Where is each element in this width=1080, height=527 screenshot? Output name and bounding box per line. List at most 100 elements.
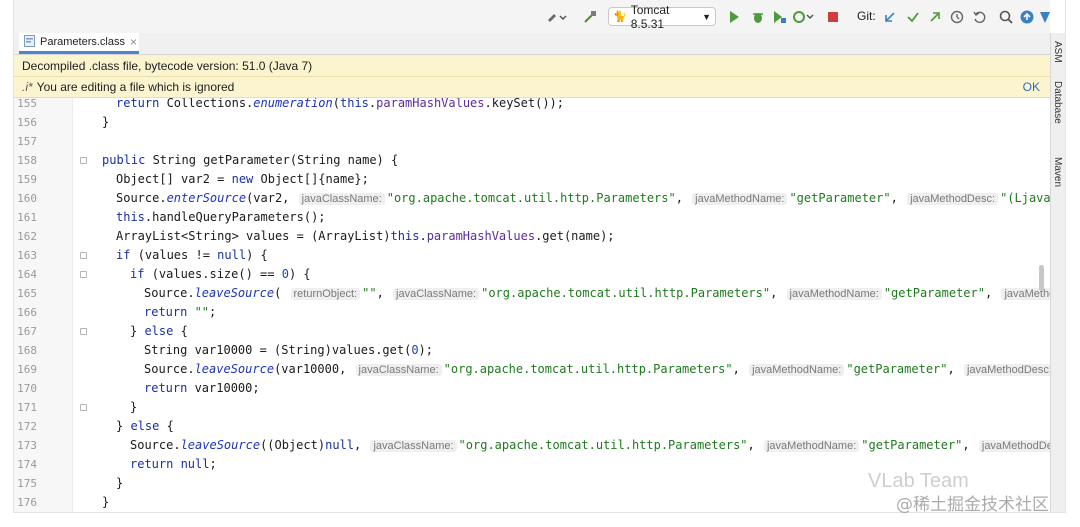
fold-marker[interactable] bbox=[80, 271, 87, 278]
fold-marker[interactable] bbox=[80, 157, 87, 164]
code-line[interactable]: 167 } else { bbox=[14, 322, 1050, 341]
code-token: } bbox=[116, 476, 124, 490]
line-number: 155 bbox=[17, 98, 37, 110]
code-token: .get(name); bbox=[535, 229, 615, 243]
hammer-icon[interactable] bbox=[582, 8, 598, 26]
line-number: 159 bbox=[17, 173, 37, 186]
code-token: ; bbox=[209, 457, 217, 471]
line-number: 168 bbox=[17, 344, 37, 357]
git-commit-icon[interactable] bbox=[906, 8, 920, 26]
code-token: if bbox=[130, 267, 152, 281]
code-token: "getParameter" bbox=[883, 286, 985, 300]
code-token: . bbox=[419, 229, 427, 243]
code-token: ( bbox=[332, 98, 340, 110]
code-token: "getParameter" bbox=[789, 191, 891, 205]
fold-marker[interactable] bbox=[80, 252, 87, 259]
code-token: else bbox=[130, 419, 167, 433]
search-icon[interactable] bbox=[999, 8, 1013, 26]
code-line[interactable]: 157 bbox=[14, 132, 1050, 151]
code-line[interactable]: 170 return var10000; bbox=[14, 379, 1050, 398]
main-toolbar: 🐈 Tomcat 8.5.31 ▼ Git: bbox=[14, 0, 1050, 34]
code-token: leaveSource bbox=[180, 438, 261, 452]
update-icon[interactable] bbox=[1020, 8, 1034, 26]
coverage-icon[interactable] bbox=[771, 8, 787, 26]
line-number: 174 bbox=[17, 458, 37, 471]
line-number: 172 bbox=[17, 420, 37, 433]
debug-icon[interactable] bbox=[750, 8, 766, 26]
code-line[interactable]: 166 return ""; bbox=[14, 303, 1050, 322]
code-text: public String getParameter(String name) … bbox=[102, 151, 398, 170]
ok-button[interactable]: OK bbox=[1023, 80, 1040, 94]
parameter-hint: javaClassName: bbox=[393, 288, 480, 300]
tab-label: Parameters.class bbox=[40, 36, 125, 48]
build-icon[interactable] bbox=[546, 8, 568, 26]
fold-marker[interactable] bbox=[80, 328, 87, 335]
code-text: return ""; bbox=[144, 303, 216, 322]
git-update-icon[interactable] bbox=[883, 8, 897, 26]
code-text: } else { bbox=[130, 322, 188, 341]
code-line[interactable]: 165 Source.leaveSource( returnObject: "", … bbox=[14, 284, 1050, 303]
code-line[interactable]: 158 public String getParameter(String nam… bbox=[14, 151, 1050, 170]
code-token: var10000; bbox=[194, 381, 260, 395]
line-number: 166 bbox=[17, 306, 37, 319]
run-icon[interactable] bbox=[728, 8, 740, 26]
code-line[interactable]: 169 Source.leaveSource(var10000, javaClas… bbox=[14, 360, 1050, 379]
code-line[interactable]: 164 if (values.size() == 0) { bbox=[14, 265, 1050, 284]
rollback-icon[interactable] bbox=[972, 8, 986, 26]
plugin-icon[interactable] bbox=[1040, 8, 1050, 26]
line-number: 171 bbox=[17, 401, 37, 414]
tab-parameters-class[interactable]: Parameters.class × bbox=[19, 33, 139, 54]
code-token: this bbox=[390, 229, 420, 243]
code-token: String bbox=[152, 153, 204, 167]
code-token: ) { bbox=[246, 248, 268, 262]
fold-marker[interactable] bbox=[80, 404, 87, 411]
maven-tool-tab[interactable]: Maven bbox=[1052, 157, 1063, 187]
code-token: ) { bbox=[288, 267, 311, 281]
code-token: } bbox=[102, 115, 110, 129]
chevron-down-icon: ▼ bbox=[702, 11, 711, 22]
code-line[interactable]: 173 Source.leaveSource((Object)null, java… bbox=[14, 436, 1050, 455]
asm-tool-tab[interactable]: ASM bbox=[1052, 41, 1063, 63]
code-token: , bbox=[984, 286, 1000, 300]
code-token: Source. bbox=[130, 438, 181, 452]
code-line[interactable]: 155 return Collections.enumeration(this.p… bbox=[14, 98, 1050, 113]
code-token: } bbox=[102, 495, 110, 509]
code-token: , bbox=[376, 286, 392, 300]
close-icon[interactable]: × bbox=[130, 35, 137, 49]
code-token: public bbox=[102, 153, 153, 167]
code-line[interactable]: 168 String var10000 = (String)values.get(… bbox=[14, 341, 1050, 360]
code-line[interactable]: 159 Object[] var2 = new Object[]{name}; bbox=[14, 170, 1050, 189]
stop-icon[interactable] bbox=[827, 8, 839, 26]
vertical-scrollbar-thumb[interactable] bbox=[1039, 265, 1044, 291]
code-line[interactable]: 160 Source.enterSource(var2, javaClassNam… bbox=[14, 189, 1050, 208]
run-configuration-select[interactable]: 🐈 Tomcat 8.5.31 ▼ bbox=[608, 3, 716, 31]
database-tool-tab[interactable]: Database bbox=[1052, 81, 1063, 124]
code-token: Source. bbox=[116, 191, 167, 205]
code-line[interactable]: 156} bbox=[14, 113, 1050, 132]
ignored-file-banner: .i* You are editing a file which is igno… bbox=[14, 77, 1050, 98]
code-token: "getParameter" bbox=[846, 362, 948, 376]
code-line[interactable]: 176} bbox=[14, 493, 1050, 512]
code-text: Source.leaveSource( returnObject: "", jav… bbox=[144, 284, 1050, 304]
parameter-hint: javaMethodDesc: bbox=[963, 364, 1050, 376]
code-line[interactable]: 163 if (values != null) { bbox=[14, 246, 1050, 265]
code-token: (var2, bbox=[246, 191, 297, 205]
code-line[interactable]: 171} bbox=[14, 398, 1050, 417]
code-token: ((Object) bbox=[260, 438, 326, 452]
code-text: } bbox=[102, 113, 109, 132]
history-icon[interactable] bbox=[950, 8, 964, 26]
code-token: return null bbox=[130, 457, 210, 471]
git-push-icon[interactable] bbox=[928, 8, 942, 26]
code-line[interactable]: 162 ArrayList<String> values = (ArrayList… bbox=[14, 227, 1050, 246]
parameter-hint: javaClassName: bbox=[298, 193, 385, 205]
code-line[interactable]: 161 this.handleQueryParameters(); bbox=[14, 208, 1050, 227]
profile-icon[interactable] bbox=[792, 8, 814, 26]
code-editor[interactable]: 155 return Collections.enumeration(this.p… bbox=[14, 98, 1050, 512]
code-token: "org.apache.tomcat.util.http.Parameters" bbox=[443, 362, 733, 376]
code-token: "" bbox=[194, 305, 210, 319]
code-token: , bbox=[962, 438, 977, 452]
line-number: 167 bbox=[17, 325, 37, 338]
line-number: 161 bbox=[17, 211, 37, 224]
code-token: null bbox=[325, 438, 354, 452]
code-line[interactable]: 172} else { bbox=[14, 417, 1050, 436]
